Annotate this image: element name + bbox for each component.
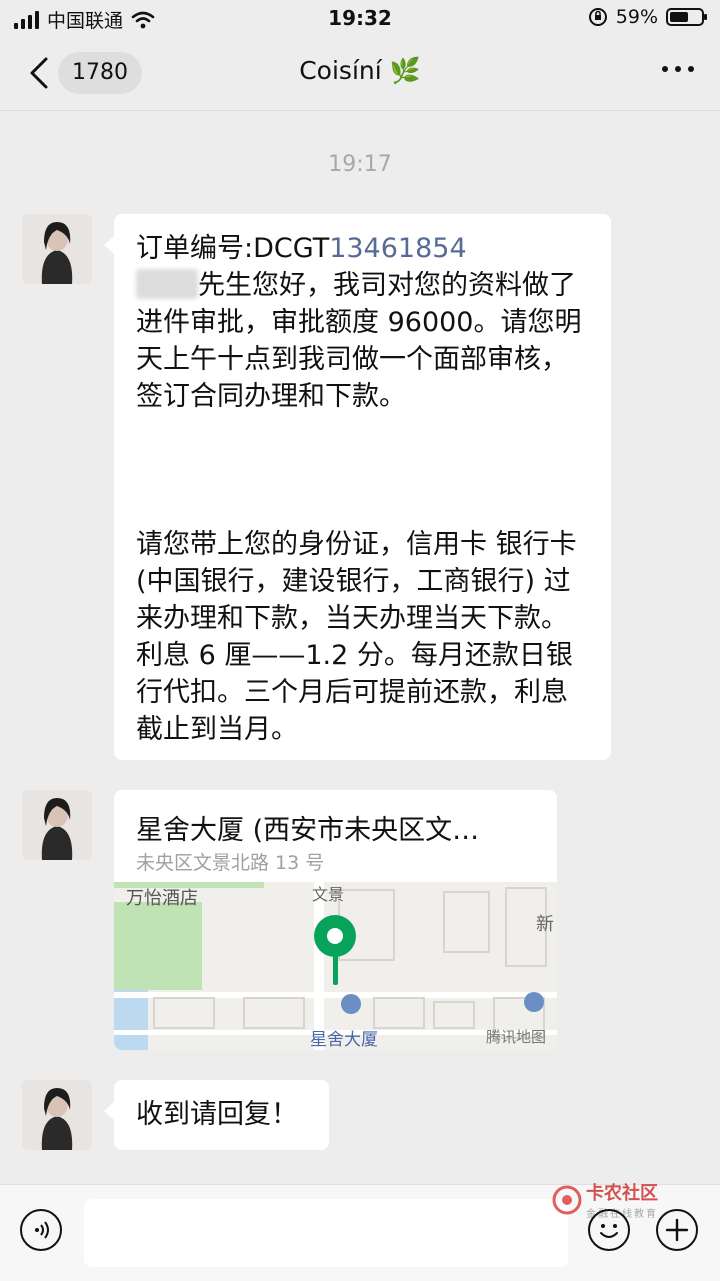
- voice-icon: [35, 1221, 49, 1239]
- avatar[interactable]: [22, 1080, 92, 1150]
- avatar[interactable]: [22, 790, 92, 860]
- map-provider-label: 腾讯地图: [486, 1028, 546, 1046]
- map-label-building: 星舍大厦: [310, 1030, 378, 1050]
- plus-icon: [665, 1218, 689, 1242]
- message-bubble-reply-request[interactable]: 收到请回复！: [104, 1080, 329, 1150]
- map-preview[interactable]: 万怡酒店 文景 新 星舍大厦 腾讯地图: [114, 882, 557, 1050]
- watermark-name: 卡农社区: [586, 1183, 658, 1204]
- map-label-road: 文景: [312, 885, 344, 904]
- battery-percent: 59%: [615, 6, 658, 28]
- input-bar: 卡农社区 金融在线教育: [0, 1183, 720, 1281]
- message-timestamp: 19:17: [328, 152, 392, 177]
- message-paragraph-2: 请您带上您的身份证，信用卡 银行卡 (中国银行，建设银行，工商银行) 过来办理和…: [136, 529, 577, 745]
- status-bar: 中国联通 19:32 59%: [0, 0, 720, 36]
- map-label-hotel: 万怡酒店: [126, 888, 198, 909]
- add-button[interactable]: [656, 1209, 698, 1251]
- more-options-icon[interactable]: [662, 66, 694, 72]
- location-title: 星舍大厦 (西安市未央区文…: [136, 815, 480, 846]
- order-number-link[interactable]: 13461854: [329, 233, 466, 264]
- battery-icon: [666, 8, 707, 26]
- orientation-lock-icon: [588, 8, 607, 26]
- message-paragraph-1: 先生您好，我司对您的资料做了进件审批，审批额度 96000。请您明天上午十点到我…: [136, 270, 582, 412]
- emoji-button[interactable]: [588, 1209, 630, 1251]
- location-address: 未央区文景北路 13 号: [136, 852, 325, 874]
- location-card[interactable]: 星舍大厦 (西安市未央区文… 未央区文景北路 13 号 万怡酒店 文景 新 星舍…: [114, 790, 557, 1050]
- chat-header: 1780 Coisíní 🌿: [0, 36, 720, 111]
- voice-button[interactable]: [20, 1209, 62, 1251]
- redacted-name: [136, 269, 198, 299]
- status-right: 59%: [588, 6, 707, 28]
- order-label: 订单编号:DCGT: [136, 233, 330, 264]
- emoji-icon: [600, 1224, 618, 1238]
- chat-title: Coisíní 🌿: [299, 56, 421, 85]
- message-input[interactable]: [84, 1199, 568, 1267]
- message-bubble-order[interactable]: 订单编号:DCGT13461854 先生您好，我司对您的资料做了进件审批，审批额…: [104, 214, 611, 760]
- watermark-logo-icon: [552, 1185, 582, 1214]
- avatar[interactable]: [22, 214, 92, 284]
- map-label-new: 新: [536, 914, 554, 935]
